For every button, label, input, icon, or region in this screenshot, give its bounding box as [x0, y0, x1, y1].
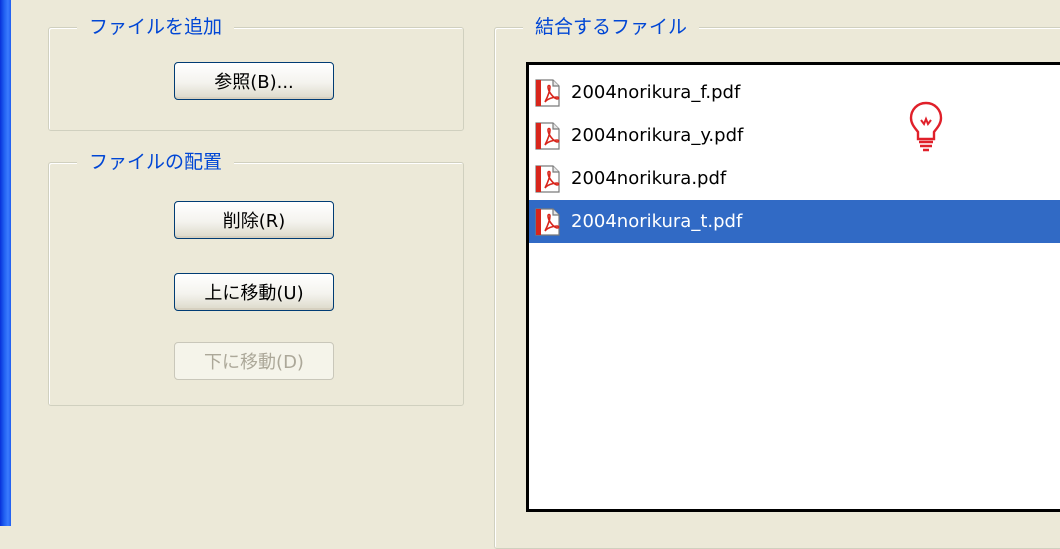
pdf-icon [535, 78, 560, 107]
browse-button[interactable]: 参照(B)... [174, 62, 334, 100]
move-up-button-label: 上に移動(U) [204, 283, 304, 304]
combine-files-legend: 結合するファイル [523, 14, 700, 40]
file-list-item-selected[interactable]: 2004norikura_t.pdf [529, 200, 1060, 243]
pdf-icon [535, 164, 560, 193]
pdf-icon [535, 207, 560, 236]
file-name: 2004norikura_t.pdf [571, 211, 743, 232]
file-list-item[interactable]: 2004norikura_f.pdf [529, 71, 1060, 114]
file-name: 2004norikura.pdf [571, 168, 727, 189]
delete-button-label: 削除(R) [222, 211, 286, 232]
move-down-button-label: 下に移動(D) [204, 352, 304, 373]
move-down-button[interactable]: 下に移動(D) [174, 342, 334, 380]
file-listbox[interactable]: 2004norikura_f.pdf 2004norikura_y.pdf 20… [526, 62, 1060, 512]
delete-button[interactable]: 削除(R) [174, 201, 334, 239]
window-frame-left [0, 0, 11, 526]
file-list-item[interactable]: 2004norikura.pdf [529, 157, 1060, 200]
lightbulb-icon [909, 101, 943, 152]
add-files-legend: ファイルを追加 [77, 14, 235, 40]
add-files-group: ファイルを追加 参照(B)... [48, 14, 464, 131]
file-list-item[interactable]: 2004norikura_y.pdf [529, 114, 1060, 157]
pdf-icon [535, 121, 560, 150]
arrange-files-group: ファイルの配置 削除(R) 上に移動(U) 下に移動(D) [48, 149, 464, 406]
file-name: 2004norikura_y.pdf [571, 125, 744, 146]
browse-button-label: 参照(B)... [214, 72, 294, 93]
move-up-button[interactable]: 上に移動(U) [174, 273, 334, 311]
file-name: 2004norikura_f.pdf [571, 82, 741, 103]
arrange-files-legend: ファイルの配置 [77, 149, 235, 175]
